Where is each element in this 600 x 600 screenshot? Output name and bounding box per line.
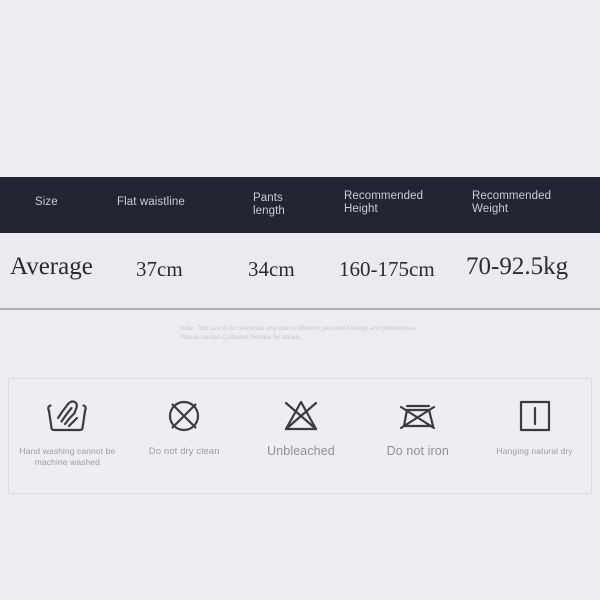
care-item-hand-wash: Hand washing cannot be machine washed (9, 379, 126, 468)
column-header-pants-length: Pants length (253, 192, 285, 217)
care-item-do-not-dry-clean: Do not dry clean (126, 379, 243, 457)
column-header-flat-waistline: Flat waistline (117, 196, 185, 208)
column-header-recommended-weight: Recommended Weight (472, 190, 552, 215)
care-item-do-not-iron: Do not iron (359, 379, 476, 457)
size-table: Size Flat waistline Pants length Recomme… (0, 177, 600, 308)
size-chart-page: Size Flat waistline Pants length Recomme… (0, 0, 600, 600)
care-instructions-panel: Hand washing cannot be machine washed Do… (8, 378, 592, 494)
table-row: Average 37cm 34cm 160-175cm 70-92.5kg (0, 233, 600, 308)
care-label-unbleached: Unbleached (267, 444, 335, 458)
cell-recommended-height: 160-175cm (339, 257, 435, 281)
bottom-blank-area (0, 494, 600, 600)
column-header-size: Size (35, 196, 58, 208)
top-blank-area (0, 0, 600, 177)
care-label-do-not-dry-clean: Do not dry clean (148, 446, 220, 457)
do-not-iron-icon (392, 395, 444, 437)
do-not-dry-clean-icon (158, 395, 210, 437)
hang-dry-icon (509, 395, 561, 437)
do-not-bleach-icon (275, 395, 327, 437)
hand-wash-icon (41, 395, 93, 437)
size-note-text: Note: This size is for reference only du… (180, 325, 417, 341)
size-table-header-row: Size Flat waistline Pants length Recomme… (0, 177, 600, 233)
cell-pants-length: 34cm (248, 257, 295, 281)
care-item-unbleached: Unbleached (243, 379, 360, 457)
column-header-recommended-height: Recommended Height (344, 190, 424, 215)
cell-recommended-weight: 70-92.5kg (466, 253, 569, 280)
care-item-hang-dry: Hanging natural dry (476, 379, 593, 457)
care-label-do-not-iron: Do not iron (386, 444, 449, 458)
table-bottom-divider (0, 308, 600, 310)
cell-flat-waistline: 37cm (136, 257, 183, 281)
care-label-hand-wash: Hand washing cannot be machine washed (19, 446, 116, 467)
care-label-hang-dry: Hanging natural dry (496, 446, 573, 456)
cell-size: Average (10, 253, 93, 280)
